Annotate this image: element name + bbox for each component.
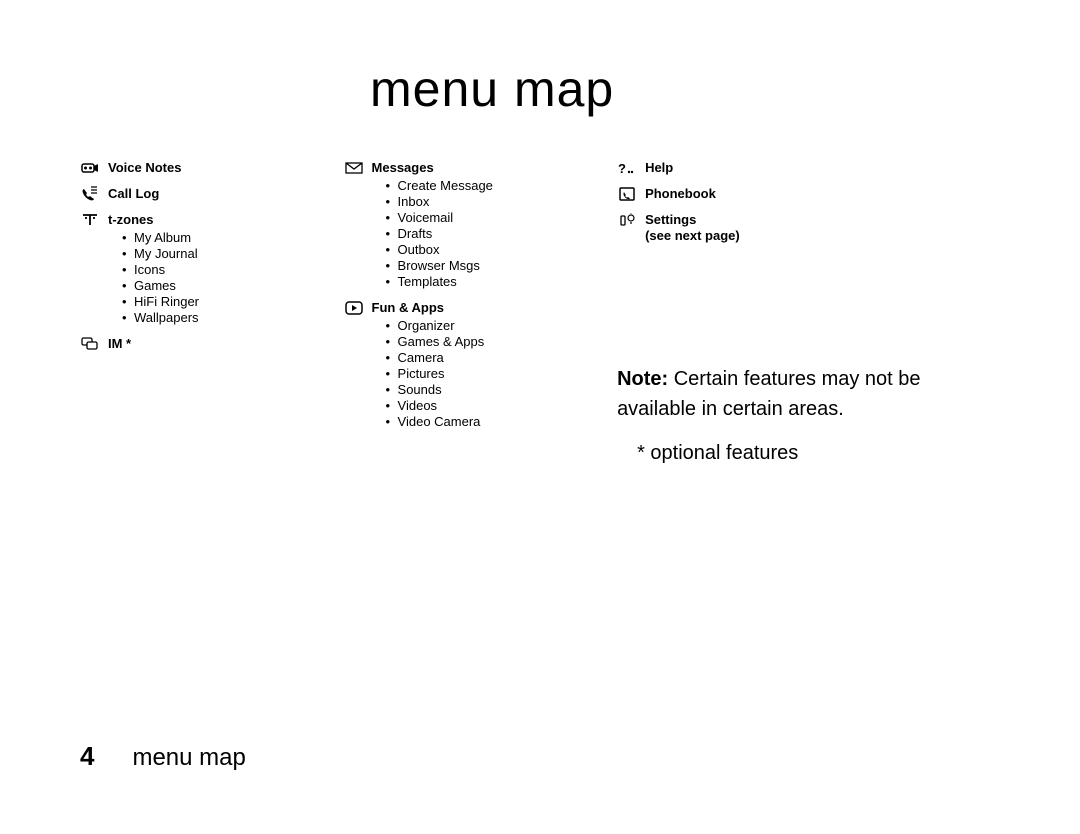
chat-icon [80,336,100,352]
help-icon: ? [617,160,637,176]
list-item: Video Camera [386,414,618,430]
list-item: Games [122,278,354,294]
tzones-title: t-zones [108,212,354,228]
fun-apps-items: Organizer Games & Apps Camera Pictures S… [372,318,618,430]
tape-icon [80,160,100,176]
footer: 4 menu map [80,741,246,772]
footer-label: menu map [132,744,245,772]
messages-title: Messages [372,160,618,176]
list-item: Videos [386,398,618,414]
section-voice-notes: Voice Notes [80,160,354,176]
settings-icon [617,212,637,228]
list-item: Outbox [386,242,618,258]
list-item: Templates [386,274,618,290]
section-phonebook: Phonebook [617,186,1000,202]
tzones-icon [80,212,100,228]
page-number: 4 [80,741,94,772]
list-item: Wallpapers [122,310,354,326]
section-messages: Messages Create Message Inbox Voicemail … [344,160,618,290]
list-item: Browser Msgs [386,258,618,274]
section-call-log: Call Log [80,186,354,202]
list-item: Voicemail [386,210,618,226]
list-item: Organizer [386,318,618,334]
phone-list-icon [80,186,100,202]
call-log-title: Call Log [108,186,354,202]
section-tzones: t-zones My Album My Journal Icons Games … [80,212,354,326]
section-fun-apps: Fun & Apps Organizer Games & Apps Camera… [344,300,618,430]
phonebook-icon [617,186,637,202]
list-item: Icons [122,262,354,278]
note-block: Note: Certain features may not be availa… [617,364,1000,468]
list-item: My Journal [122,246,354,262]
settings-title-text: Settings [645,212,696,227]
fun-apps-title: Fun & Apps [372,300,618,316]
settings-subtitle: (see next page) [645,228,1000,244]
list-item: My Album [122,230,354,246]
list-item: Drafts [386,226,618,242]
im-title: IM * [108,336,354,352]
list-item: Create Message [386,178,618,194]
tzones-items: My Album My Journal Icons Games HiFi Rin… [108,230,354,326]
section-help: ? Help [617,160,1000,176]
phonebook-title: Phonebook [645,186,1000,202]
settings-title: Settings (see next page) [645,212,1000,244]
envelope-icon [344,160,364,176]
list-item: Sounds [386,382,618,398]
list-item: Inbox [386,194,618,210]
note-label: Note: [617,368,668,390]
help-title: Help [645,160,1000,176]
list-item: Camera [386,350,618,366]
list-item: Games & Apps [386,334,618,350]
list-item: Pictures [386,366,618,382]
svg-text:?: ? [618,161,626,176]
page-title: menu map [370,60,614,118]
list-item: HiFi Ringer [122,294,354,310]
optional-features: * optional features [617,438,1000,468]
section-im: IM * [80,336,354,352]
voice-notes-title: Voice Notes [108,160,354,176]
messages-items: Create Message Inbox Voicemail Drafts Ou… [372,178,618,290]
section-settings: Settings (see next page) [617,212,1000,244]
